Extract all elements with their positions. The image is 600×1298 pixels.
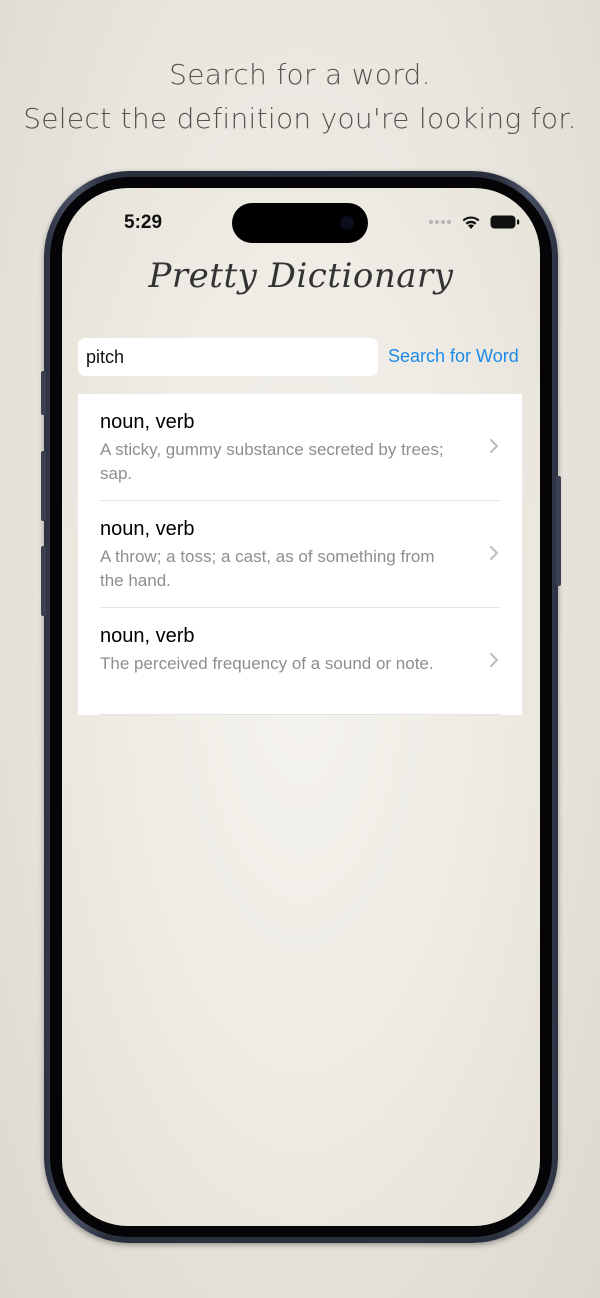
battery-icon — [490, 215, 520, 229]
caption-line-1: Search for a word. — [169, 58, 431, 91]
front-camera-icon — [340, 216, 354, 230]
definition-text: A throw; a toss; a cast, as of something… — [100, 547, 435, 590]
list-item[interactable]: noun, verb A throw; a toss; a cast, as o… — [78, 501, 522, 608]
list-item[interactable]: noun, verb The perceived frequency of a … — [78, 608, 522, 715]
status-time: 5:29 — [124, 212, 163, 233]
definition-text: A sticky, gummy substance secreted by tr… — [100, 440, 444, 483]
caption-line-2: Select the definition you're looking for… — [23, 102, 577, 135]
search-input[interactable] — [78, 338, 378, 376]
volume-up-button — [41, 451, 46, 521]
part-of-speech: noun, verb — [100, 625, 195, 647]
phone-screen: 5:29 Pretty Dictionary Se — [62, 188, 540, 1226]
search-for-word-button[interactable]: Search for Word — [388, 346, 519, 367]
chevron-right-icon — [490, 546, 498, 560]
app-title: Pretty Dictionary — [148, 256, 454, 296]
list-item[interactable]: noun, verb A sticky, gummy substance sec… — [78, 394, 522, 501]
status-icons — [428, 212, 520, 232]
volume-down-button — [41, 546, 46, 616]
chevron-right-icon — [490, 439, 498, 453]
definition-text: The perceived frequency of a sound or no… — [100, 654, 434, 673]
part-of-speech: noun, verb — [100, 411, 195, 433]
row-divider — [100, 714, 500, 715]
action-button — [41, 371, 46, 415]
signal-dots-icon — [429, 220, 451, 224]
part-of-speech: noun, verb — [100, 518, 195, 540]
chevron-right-icon — [490, 653, 498, 667]
dynamic-island — [232, 203, 368, 243]
power-button — [556, 476, 561, 586]
phone-frame: 5:29 Pretty Dictionary Se — [41, 171, 561, 1243]
wifi-icon — [462, 216, 480, 229]
promo-caption: Search for a word. Select the definition… — [0, 53, 600, 141]
results-list: noun, verb A sticky, gummy substance sec… — [78, 394, 522, 715]
